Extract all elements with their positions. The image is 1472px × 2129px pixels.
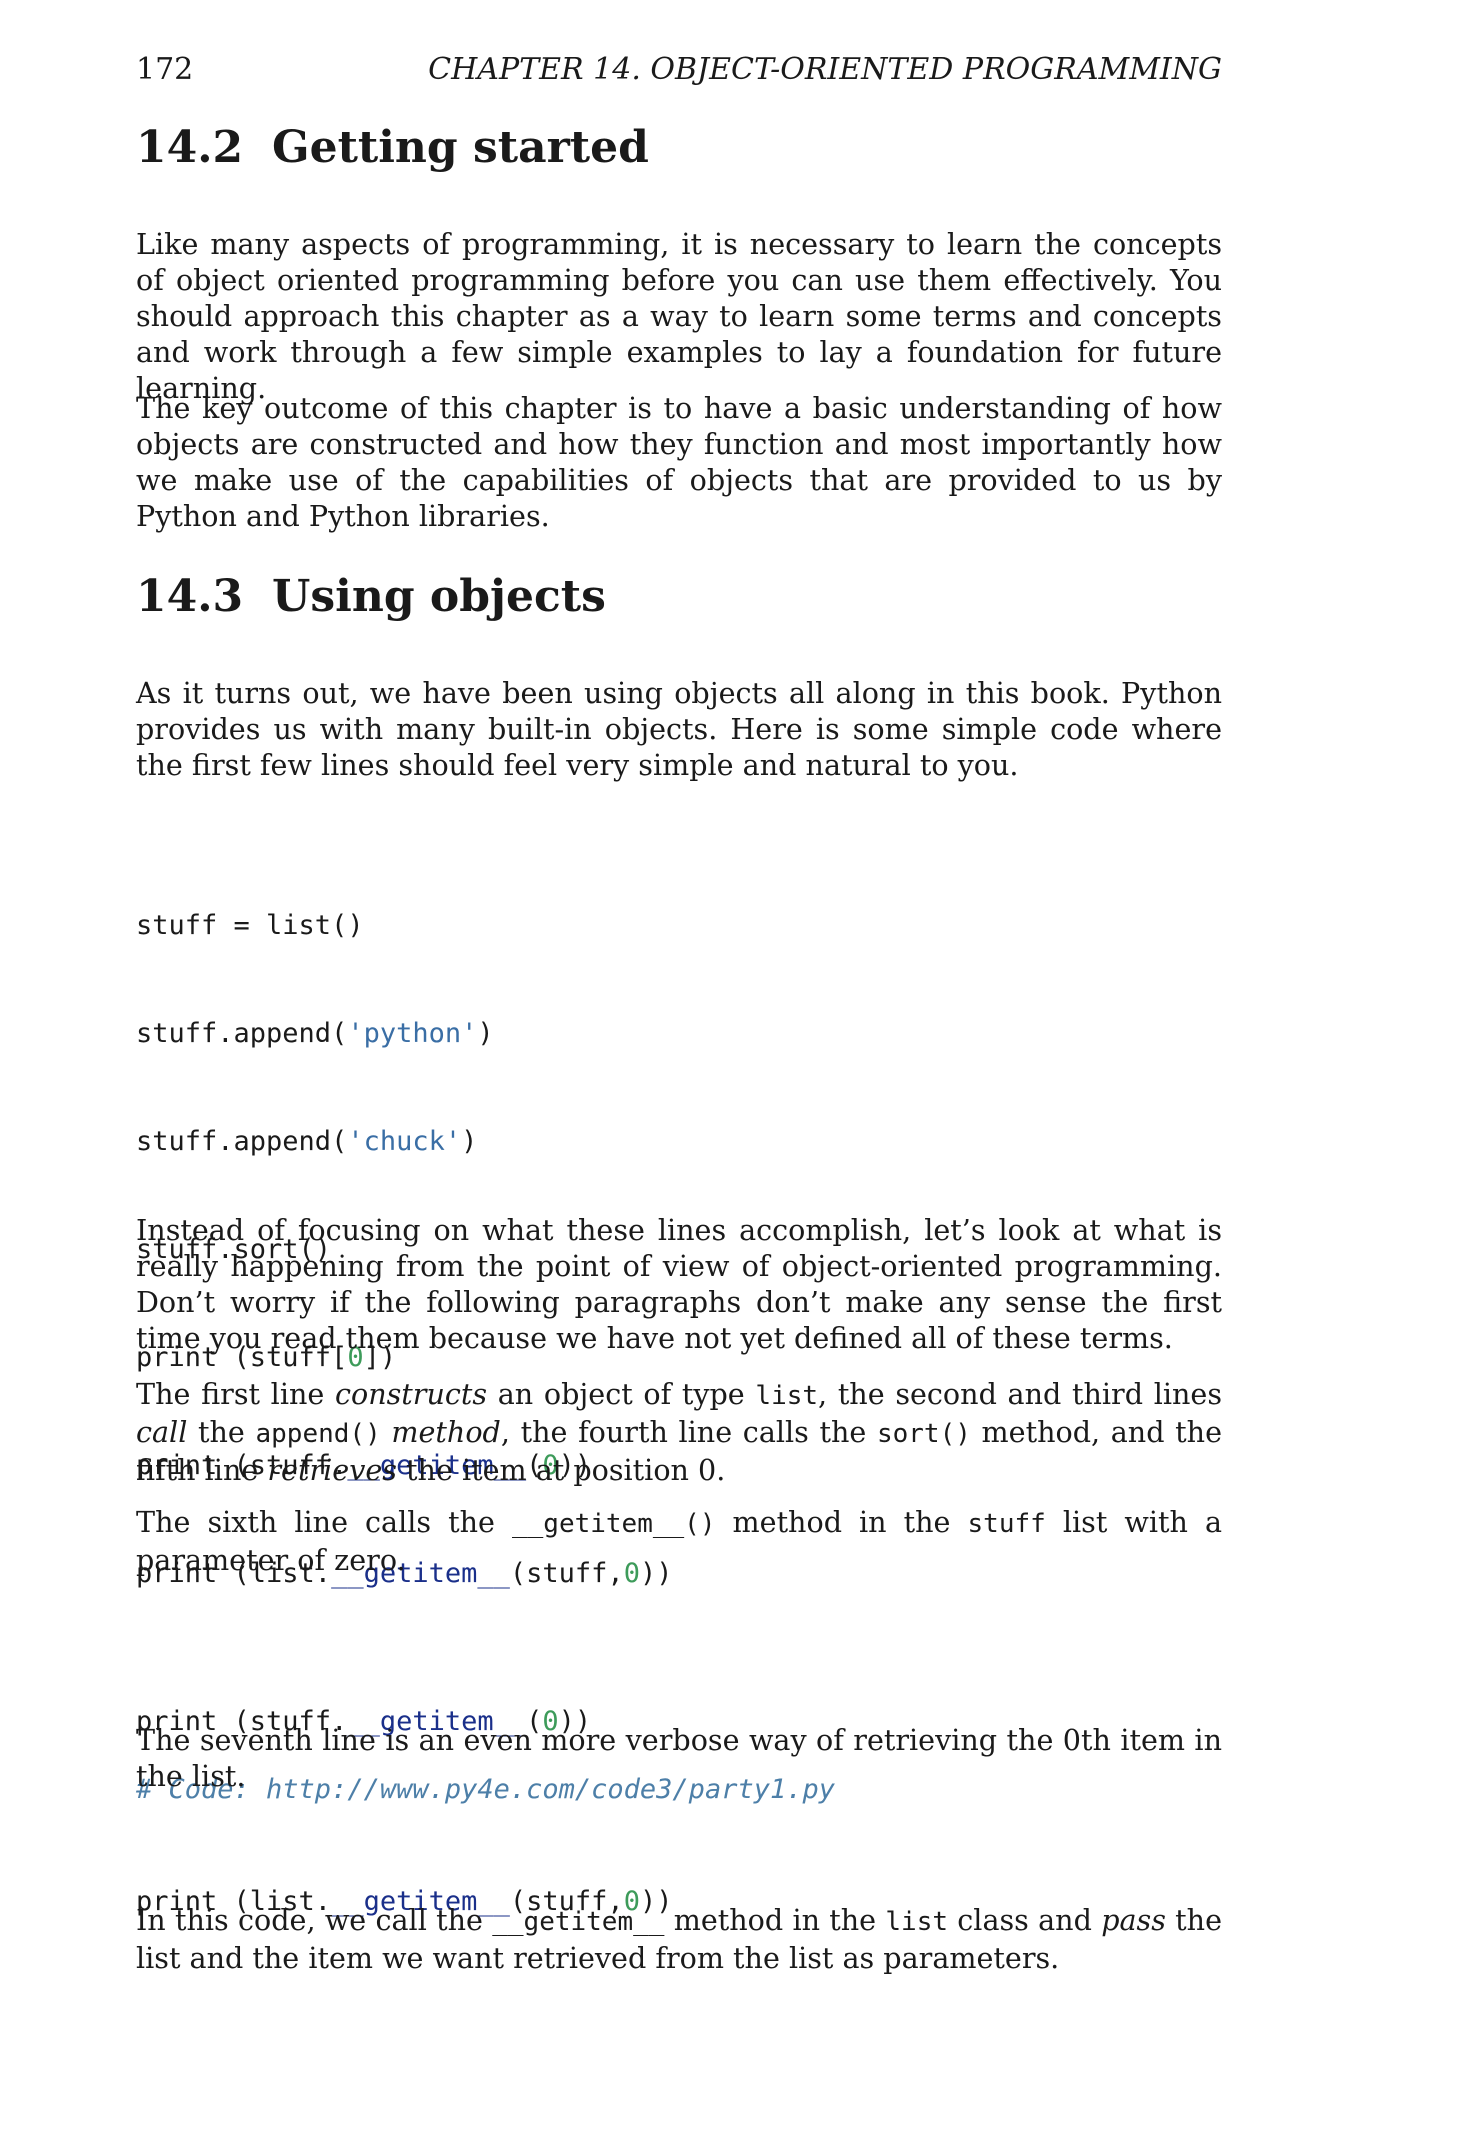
string-literal: 'chuck'	[347, 1126, 462, 1157]
page-number: 172	[136, 52, 194, 87]
chapter-title: CHAPTER 14. OBJECT-ORIENTED PROGRAMMING	[428, 52, 1222, 87]
emphasis: call	[136, 1415, 188, 1449]
paragraph: Instead of focusing on what these lines …	[136, 1213, 1222, 1355]
code-line: stuff = list()	[136, 908, 835, 944]
emphasis: pass	[1101, 1903, 1166, 1937]
text: class and	[948, 1903, 1102, 1937]
code-text: stuff.append(	[136, 1018, 348, 1049]
section-title: Getting started	[272, 122, 649, 173]
text: The sixth line calls the	[136, 1505, 512, 1539]
emphasis: constructs	[334, 1377, 488, 1411]
code-line: stuff.append('python')	[136, 1016, 835, 1052]
inline-code: sort()	[876, 1419, 971, 1449]
paragraph: The sixth line calls the __getitem__() m…	[136, 1504, 1222, 1578]
text: , the fourth line calls the	[500, 1415, 877, 1449]
section-heading-14-2: 14.2 Getting started	[136, 122, 649, 173]
text: the item at position 0.	[396, 1453, 726, 1487]
code-text: stuff = list()	[136, 910, 364, 941]
inline-code: list	[755, 1381, 819, 1411]
paragraph: As it turns out, we have been using obje…	[136, 676, 1222, 782]
paragraph: The key outcome of this chapter is to ha…	[136, 391, 1222, 533]
text: the	[187, 1415, 256, 1449]
string-literal: 'python'	[347, 1018, 478, 1049]
section-number: 14.2	[136, 122, 244, 173]
text: The first line	[136, 1377, 335, 1411]
inline-code: list	[885, 1907, 949, 1937]
inline-code: __getitem__()	[511, 1509, 716, 1539]
code-text: stuff.append(	[136, 1126, 348, 1157]
text: method in the	[664, 1903, 886, 1937]
inline-code: stuff	[967, 1509, 1046, 1539]
inline-code: append()	[255, 1419, 381, 1449]
section-title: Using objects	[272, 571, 606, 622]
emphasis: retrieves	[267, 1453, 397, 1487]
section-number: 14.3	[136, 571, 244, 622]
emphasis: method	[391, 1415, 501, 1449]
text: an object of type	[487, 1377, 756, 1411]
code-line: stuff.append('chuck')	[136, 1124, 835, 1160]
section-heading-14-3: 14.3 Using objects	[136, 571, 606, 622]
paragraph: The first line constructs an object of t…	[136, 1376, 1222, 1488]
inline-code: __getitem__	[492, 1907, 665, 1937]
running-header: 172 CHAPTER 14. OBJECT-ORIENTED PROGRAMM…	[136, 52, 1222, 92]
text: , the second and third lines	[818, 1377, 1223, 1411]
text: method in the	[715, 1505, 968, 1539]
paragraph: In this code, we call the __getitem__ me…	[136, 1902, 1222, 1976]
paragraph: Like many aspects of programming, it is …	[136, 227, 1222, 405]
paragraph: The seventh line is an even more verbose…	[136, 1723, 1222, 1793]
code-text: )	[461, 1126, 478, 1157]
text	[381, 1415, 392, 1449]
code-text: )	[477, 1018, 494, 1049]
text: In this code, we call the	[136, 1903, 493, 1937]
